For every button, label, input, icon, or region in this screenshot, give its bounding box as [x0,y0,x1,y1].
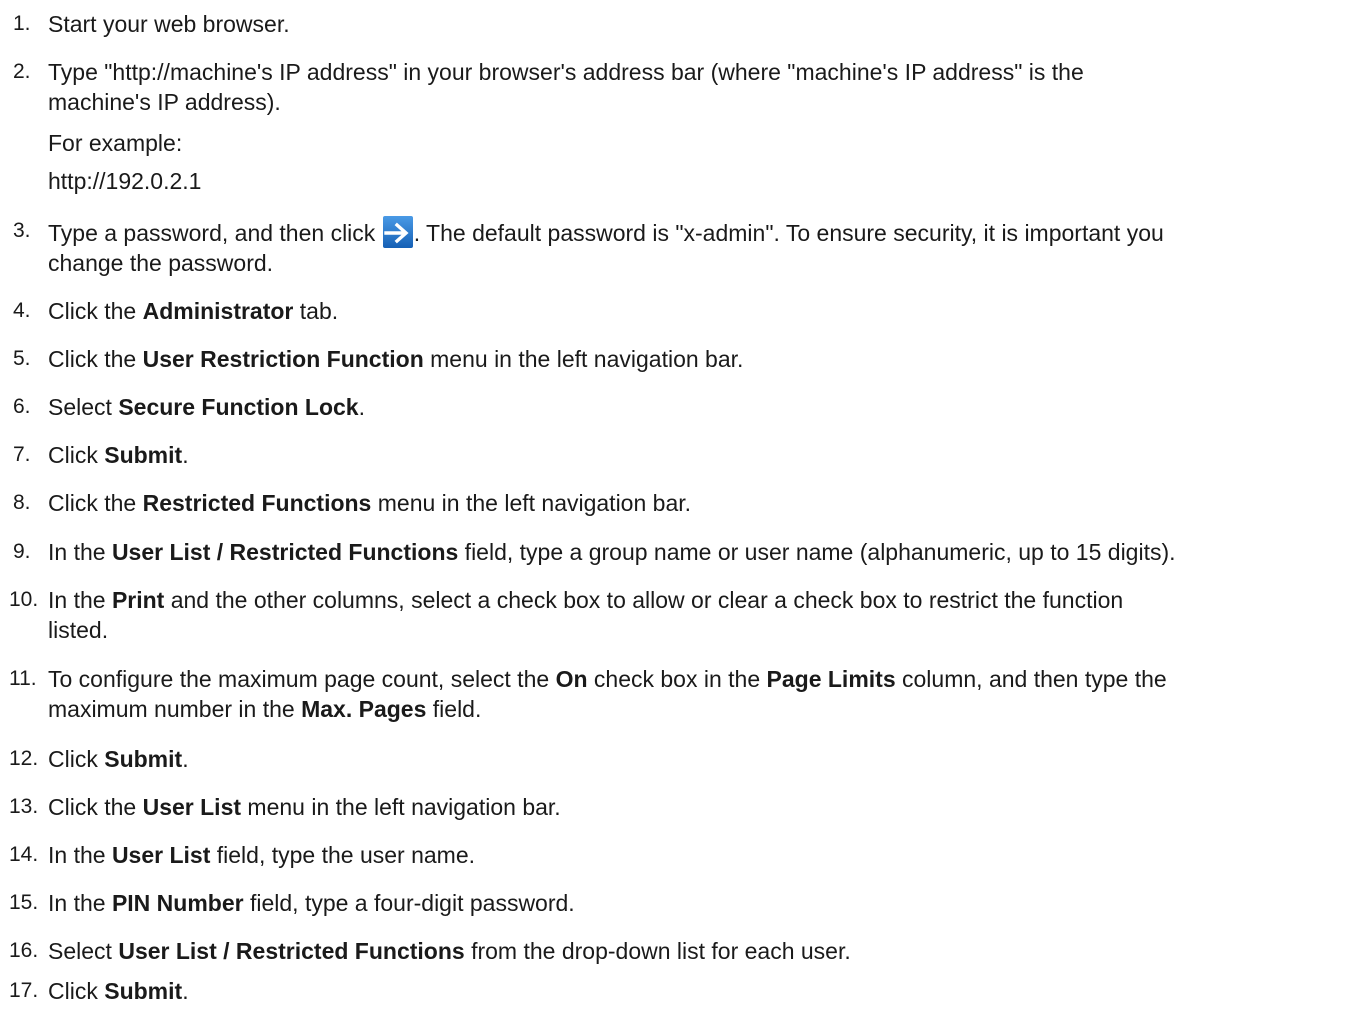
step-text-pre: maximum number in the [48,696,302,722]
step-number: 3. [13,219,31,242]
ui-term: Administrator [142,298,294,324]
step-number: 5. [13,347,31,370]
step-line: Type "http://machine's IP address" in yo… [48,59,1084,85]
step-text-post: field, type a group name or user name (a… [458,539,1176,565]
ui-term: PIN Number [111,890,244,916]
step-text-post: column, and then type the [895,666,1167,692]
step-text-post: field, type the user name. [210,842,476,868]
step-text: In the User List field, type the user na… [48,840,1345,870]
step-text: Click Submit. [48,976,1345,1006]
step-text: In the Print and the other columns, sele… [48,585,1345,645]
step-text-pre: Click the [48,794,143,820]
ui-term: Restricted Functions [142,490,372,516]
step-text-pre: Click [48,746,105,772]
step-line: In the Print and the other columns, sele… [48,585,1345,615]
step-text-post: tab. [293,298,339,324]
step-line: http://192.0.2.1 [48,168,202,194]
step-text-pre: In the [48,890,112,916]
step-number: 4. [13,299,31,322]
ui-term: User List / Restricted Functions [111,539,459,565]
step-text-post: . [182,442,189,468]
step-number: 12. [9,747,39,770]
step-text-pre: In the [48,587,112,613]
step-line: listed. [48,617,109,643]
ui-term: Print [111,587,165,613]
step-number: 9. [13,540,31,563]
ui-term: User Restriction Function [142,346,424,372]
ui-term: On [555,666,588,692]
ui-term: Page Limits [766,666,896,692]
step-line: For example: [48,130,183,156]
step-text: In the PIN Number field, type a four-dig… [48,888,1345,918]
step-text: Select Secure Function Lock. [48,392,1345,422]
step-line: In the User List / Restricted Functions … [48,537,1345,567]
step-text: Click Submit. [48,440,1345,470]
step-number: 1. [13,12,31,35]
step-line: To configure the maximum page count, sel… [48,664,1345,694]
ui-term: Submit [104,746,183,772]
step-text: Click the User List menu in the left nav… [48,792,1345,822]
step-number: 8. [13,491,31,514]
step-line: machine's IP address). [48,89,281,115]
step-text-post: . [358,394,365,420]
step-number: 11. [9,667,37,690]
step-text-post: . [182,746,189,772]
step-text: Click the Restricted Functions menu in t… [48,488,1345,518]
step-text-post: field. [426,696,482,722]
step-number: 15. [9,891,39,914]
step-text: In the User List / Restricted Functions … [48,537,1345,567]
step-text-pre: Select [48,938,119,964]
step-text: Type "http://machine's IP address" in yo… [48,57,1345,196]
ui-term: Submit [104,978,183,1004]
step-text: Click the User Restriction Function menu… [48,344,1345,374]
step-text-pre: Click the [48,346,143,372]
step-line: Type a password, and then click . The de… [48,216,1345,248]
step-text-pre: In the [48,842,112,868]
step-text-pre: Click the [48,490,143,516]
step-text-pre: Click [48,442,105,468]
ui-term: Secure Function Lock [118,394,359,420]
step-line: change the password. [48,250,274,276]
step-number: 6. [13,395,31,418]
step-text-post: . The default password is "x-admin". To … [413,220,1164,246]
step-line: maximum number in the Max. Pages field. [48,694,1345,724]
step-text-post: menu in the left navigation bar. [423,346,744,372]
step-text: Type a password, and then click . The de… [48,216,1345,278]
step-text-post: from the drop-down list for each user. [464,938,851,964]
ui-term: User List [142,794,242,820]
step-text: Click the Administrator tab. [48,296,1345,326]
step-number: 10. [9,588,39,611]
ui-term: Max. Pages [301,696,427,722]
step-number: 17. [9,979,39,1002]
step-text: Start your web browser. [48,11,290,37]
step-text-pre: Click the [48,298,143,324]
step-text: Click Submit. [48,744,1345,774]
step-number: 14. [9,843,39,866]
step-number: 2. [13,60,31,83]
step-text-post: . [182,978,189,1004]
step-text-mid: check box in the [587,666,767,692]
step-text: Select User List / Restricted Functions … [48,936,1345,966]
step-text-pre: Click [48,978,105,1004]
step-text-post: menu in the left navigation bar. [241,794,561,820]
step-text: To configure the maximum page count, sel… [48,664,1345,724]
step-text-pre: In the [48,539,112,565]
arrow-right-icon [382,216,413,248]
step-number: 7. [13,443,31,466]
step-text-pre: Select [48,394,119,420]
step-text-post: menu in the left navigation bar. [371,490,692,516]
step-text-post: and the other columns, select a check bo… [164,587,1124,613]
step-text-pre: To configure the maximum page count, sel… [48,666,556,692]
step-text-post: field, type a four-digit password. [243,890,575,916]
step-number: 16. [9,939,39,962]
step-text-pre: Type a password, and then click [48,220,382,246]
ui-term: Submit [104,442,183,468]
ui-term: User List [111,842,211,868]
ui-term: User List / Restricted Functions [118,938,465,964]
step-number: 13. [9,795,39,818]
